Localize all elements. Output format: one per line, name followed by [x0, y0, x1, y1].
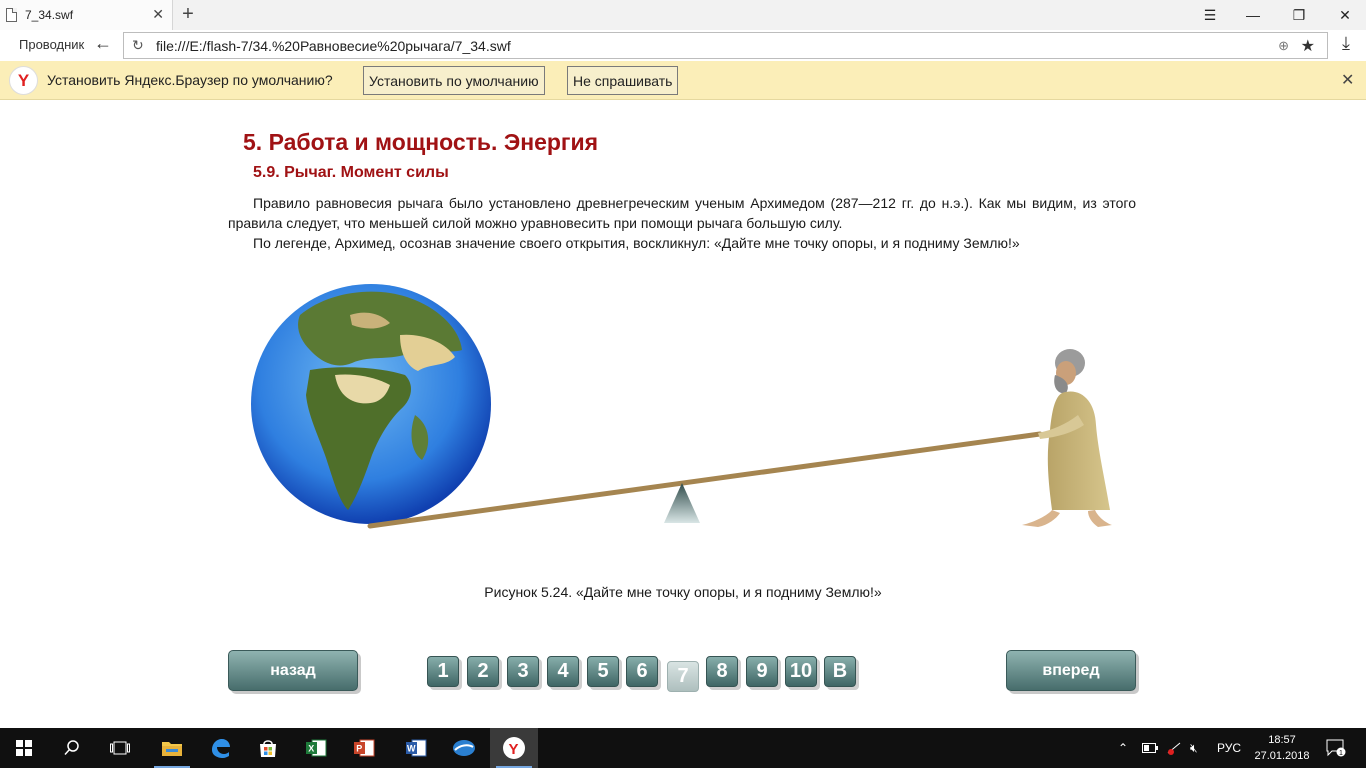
minimize-icon[interactable]: —	[1230, 0, 1276, 30]
browser-tabbar: 7_34.swf ✕ + ☰ — ❐ ✕	[0, 0, 1366, 30]
page-button-4[interactable]: 4	[547, 656, 579, 687]
yandex-logo-icon: Y	[9, 66, 38, 95]
figure-caption-text: Рисунок 5.24. «Дайте мне точку опоры, и …	[484, 584, 882, 600]
clock-time: 18:57	[1268, 734, 1296, 746]
menu-icon[interactable]: ☰	[1187, 0, 1233, 30]
battery-icon[interactable]	[1142, 728, 1158, 768]
set-default-button[interactable]: Установить по умолчанию	[363, 66, 545, 95]
document-icon	[6, 8, 17, 22]
notification-text: Установить Яндекс.Браузер по умолчанию?	[47, 72, 333, 88]
page-button-6[interactable]: 6	[626, 656, 658, 687]
page-title: 5. Работа и мощность. Энергия	[243, 129, 599, 155]
page-button-10[interactable]: 10	[785, 656, 817, 687]
page-button-5[interactable]: 5	[587, 656, 619, 687]
page-button-1[interactable]: 1	[427, 656, 459, 687]
yandex-browser-icon[interactable]: Y	[490, 728, 538, 768]
notification-close-icon[interactable]: ✕	[1341, 70, 1354, 90]
search-icon[interactable]	[48, 728, 96, 768]
new-tab-button[interactable]: +	[178, 2, 198, 26]
volume-muted-icon[interactable]: 🔇︎	[1190, 728, 1198, 768]
archimedes-figure-icon	[1022, 349, 1112, 527]
paragraph-2: По легенде, Архимед, осознав значение св…	[253, 235, 1020, 251]
tab-close-icon[interactable]: ✕	[152, 6, 164, 23]
section-title: 5.9. Рычаг. Момент силы	[253, 164, 449, 181]
back-button[interactable]: назад	[228, 650, 358, 691]
back-arrow-icon[interactable]: ←	[94, 33, 112, 54]
url-field[interactable]: ↻ file:///E:/flash-7/34.%20Равновесие%20…	[123, 32, 1328, 59]
action-center-icon[interactable]: 1	[1326, 728, 1346, 768]
powerpoint-icon[interactable]: P	[340, 728, 388, 768]
restore-icon[interactable]: ❐	[1276, 0, 1322, 30]
page-button-2[interactable]: 2	[467, 656, 499, 687]
store-icon[interactable]	[244, 728, 292, 768]
network-disconnected-icon[interactable]	[1166, 728, 1182, 768]
lever-illustration	[251, 284, 1112, 529]
url-text[interactable]: file:///E:/flash-7/34.%20Равновесие%20ры…	[156, 38, 511, 54]
tab-title: 7_34.swf	[25, 8, 74, 22]
task-view-icon[interactable]	[96, 728, 144, 768]
address-bar: Проводник ← ↻ file:///E:/flash-7/34.%20Р…	[0, 30, 1366, 60]
fulcrum-icon	[664, 483, 700, 523]
tab-7-34-swf[interactable]: 7_34.swf ✕	[0, 0, 173, 30]
start-windows-icon[interactable]	[0, 728, 48, 768]
excel-icon[interactable]: X	[292, 728, 340, 768]
screen: 7_34.swf ✕ + ☰ — ❐ ✕ Проводник ← ↻ file:…	[0, 0, 1366, 768]
flash-player-icon[interactable]	[440, 728, 488, 768]
site-info-icon[interactable]: ⊕	[1278, 38, 1289, 54]
earth-globe-icon	[251, 284, 491, 524]
download-icon[interactable]: ⤓	[1342, 33, 1350, 54]
forward-button[interactable]: вперед	[1006, 650, 1136, 691]
windows-taskbar: X P W Y ⌃ 🔇︎ РУС 18:57 27.01.2018 1	[0, 728, 1366, 768]
svg-text:X: X	[308, 744, 314, 754]
svg-text:P: P	[356, 744, 362, 754]
edge-browser-icon[interactable]	[196, 728, 244, 768]
figure-caption: Рисунок 5.24. «Дайте мне точку опоры, и …	[0, 584, 1366, 600]
paragraph-1: Правило равновесия рычага было установле…	[228, 195, 1136, 231]
page-button-9[interactable]: 9	[746, 656, 778, 687]
word-icon[interactable]: W	[392, 728, 440, 768]
file-explorer-icon[interactable]	[148, 728, 196, 768]
svg-text:Y: Y	[509, 741, 519, 758]
page-button-b[interactable]: B	[824, 656, 856, 687]
page-button-7-current[interactable]: 7	[667, 661, 699, 692]
svg-text:W: W	[407, 744, 416, 754]
language-indicator[interactable]: РУС	[1217, 728, 1241, 768]
reload-icon[interactable]: ↻	[132, 37, 144, 54]
clock[interactable]: 18:57 27.01.2018	[1246, 732, 1318, 764]
close-window-icon[interactable]: ✕	[1322, 0, 1366, 30]
default-browser-notification: Y Установить Яндекс.Браузер по умолчанию…	[0, 61, 1366, 100]
show-hidden-icons-icon[interactable]: ⌃	[1118, 728, 1128, 768]
page-button-3[interactable]: 3	[507, 656, 539, 687]
back-source-label[interactable]: Проводник	[19, 37, 84, 52]
clock-date: 27.01.2018	[1254, 750, 1310, 762]
bookmark-star-icon[interactable]: ★	[1301, 36, 1315, 56]
page-button-8[interactable]: 8	[706, 656, 738, 687]
dont-ask-button[interactable]: Не спрашивать	[567, 66, 679, 95]
notification-count: 1	[1339, 750, 1343, 757]
